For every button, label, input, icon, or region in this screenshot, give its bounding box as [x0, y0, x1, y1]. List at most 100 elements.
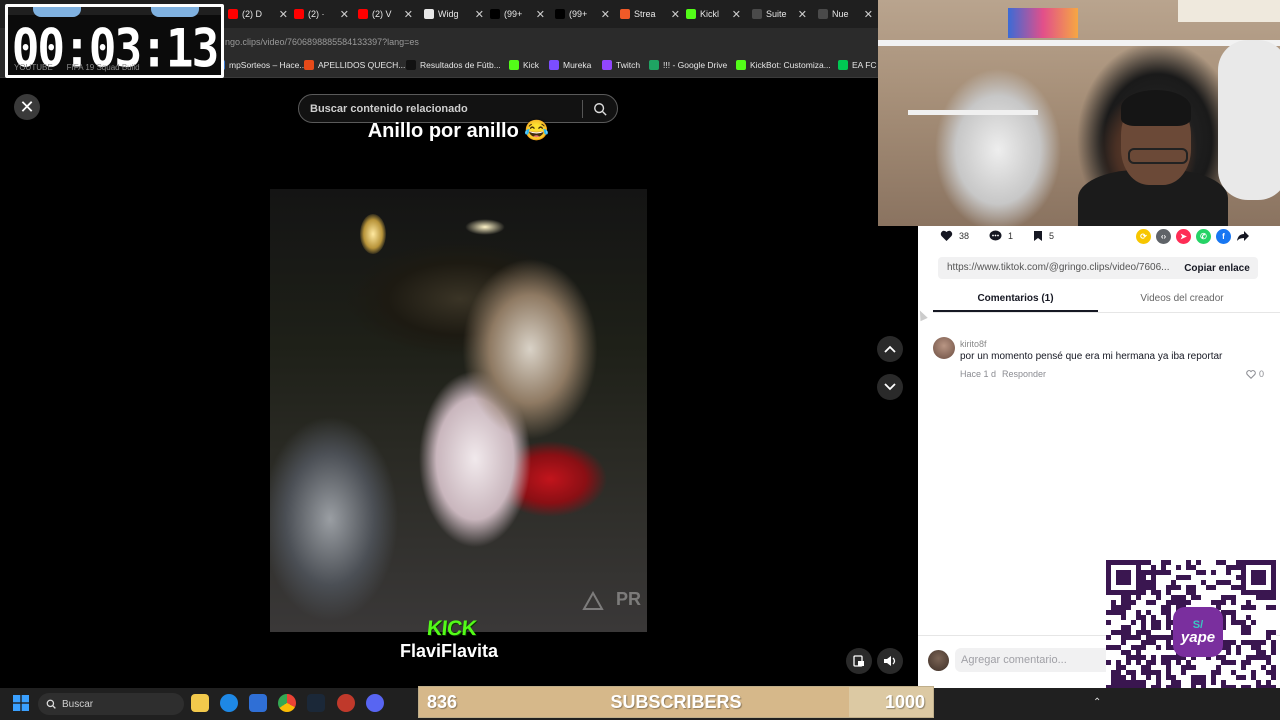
tab-close-icon[interactable]: ✕: [401, 8, 413, 21]
bookmark-item[interactable]: Kick: [509, 60, 539, 70]
tab-label: Strea: [634, 9, 656, 19]
tab-favicon-icon: [620, 9, 630, 19]
heart-outline-icon[interactable]: [1246, 369, 1256, 379]
comment-like-count: 0: [1259, 369, 1265, 379]
tab-label: Nue: [832, 9, 849, 19]
repost-icon[interactable]: ⟳: [1136, 228, 1151, 244]
search-icon[interactable]: [593, 102, 607, 116]
close-button[interactable]: ✕: [14, 94, 40, 120]
browser-tab[interactable]: (99+ ✕: [490, 4, 545, 24]
avatar[interactable]: [933, 337, 955, 359]
file-explorer-icon[interactable]: [191, 694, 209, 712]
tab-close-icon[interactable]: ✕: [598, 8, 610, 21]
embed-icon[interactable]: ‹›: [1156, 228, 1171, 244]
tab-close-icon[interactable]: ✕: [795, 8, 807, 21]
comment-input[interactable]: Agregar comentario...: [955, 648, 1115, 672]
close-icon: ✕: [19, 97, 35, 117]
browser-tab[interactable]: Widg ✕: [424, 4, 484, 24]
subscriber-label: SUBSCRIBERS: [610, 692, 742, 712]
browser-tab[interactable]: (99+ ✕: [555, 4, 610, 24]
tab-favicon-icon: [228, 9, 238, 19]
facebook-icon[interactable]: f: [1216, 228, 1231, 244]
tab-close-icon[interactable]: ✕: [668, 8, 680, 21]
subscriber-goal-bar: 836 SUBSCRIBERS 1000: [418, 686, 934, 718]
browser-tab[interactable]: (2) · ✕: [294, 4, 349, 24]
share-arrow-icon[interactable]: [1236, 230, 1250, 242]
tab-close-icon[interactable]: ✕: [276, 8, 288, 21]
video-streetlight: [465, 219, 505, 235]
video-link[interactable]: https://www.tiktok.com/@gringo.clips/vid…: [947, 262, 1169, 273]
browser-tab[interactable]: Strea ✕: [620, 4, 680, 24]
timer-underlay-left: YOUTUBE: [14, 63, 53, 72]
bookmark-icon[interactable]: [1033, 230, 1043, 242]
browser-tab[interactable]: Kickl ✕: [686, 4, 741, 24]
bookmark-item[interactable]: Twitch: [602, 60, 640, 70]
tab-comments[interactable]: Comentarios (1): [933, 293, 1098, 304]
bookmark-favicon-icon: [838, 60, 848, 70]
tab-close-icon[interactable]: ✕: [729, 8, 741, 21]
tab-favicon-icon: [358, 9, 368, 19]
tab-close-icon[interactable]: ✕: [533, 8, 545, 21]
bookmark-favicon-icon: [509, 60, 519, 70]
heart-icon[interactable]: [940, 230, 953, 242]
bookmark-item[interactable]: EA FC 2: [838, 60, 884, 70]
chrome-icon[interactable]: [278, 694, 296, 712]
search-input[interactable]: Buscar contenido relacionado: [310, 103, 468, 115]
whatsapp-icon[interactable]: ✆: [1196, 228, 1211, 244]
windows-start-icon[interactable]: [13, 695, 29, 711]
tab-label: (2) V: [372, 9, 392, 19]
obs-icon[interactable]: [337, 694, 355, 712]
next-video-button[interactable]: [877, 374, 903, 400]
tab-divider: [933, 312, 1280, 313]
watermark-logo-icon: [582, 591, 604, 610]
bookmark-item[interactable]: KickBot: Customiza...: [736, 60, 831, 70]
tab-close-icon[interactable]: ✕: [861, 8, 873, 21]
pip-button[interactable]: [846, 648, 872, 674]
volume-button[interactable]: [877, 648, 903, 674]
save-action[interactable]: 5: [1033, 230, 1054, 242]
send-icon[interactable]: ➤: [1176, 228, 1191, 244]
tab-close-icon[interactable]: ✕: [337, 8, 349, 21]
discord-icon[interactable]: [366, 694, 384, 712]
comment-username[interactable]: kirito8f: [960, 339, 987, 349]
address-url[interactable]: ngo.clips/video/7606898885584133397?lang…: [225, 37, 419, 47]
browser-tab[interactable]: Suite ✕: [752, 4, 807, 24]
video-frame[interactable]: PR: [270, 189, 647, 632]
store-icon[interactable]: [249, 694, 267, 712]
bookmark-item[interactable]: !!! - Google Drive: [649, 60, 727, 70]
tab-label: (2) ·: [308, 9, 325, 19]
tab-close-icon[interactable]: ✕: [472, 8, 484, 21]
browser-tab[interactable]: (2) D ✕: [228, 4, 288, 24]
timer-underlay: YOUTUBE FIFA 19 Squad Build: [14, 63, 214, 72]
steam-icon[interactable]: [307, 694, 325, 712]
bookmark-label: !!! - Google Drive: [663, 60, 728, 70]
tab-favicon-icon: [686, 9, 696, 19]
comment-action[interactable]: 1: [989, 230, 1013, 242]
kick-logo: KICK: [425, 617, 478, 640]
bookmark-item[interactable]: Mureka: [549, 60, 591, 70]
comment-like-button[interactable]: 0: [1246, 369, 1264, 379]
prev-video-button[interactable]: [877, 336, 903, 362]
like-action[interactable]: 38: [940, 230, 969, 242]
webcam-shelf: [908, 110, 1038, 115]
comment-text: por un momento pensé que era mi hermana …: [960, 351, 1223, 362]
comment-icon[interactable]: [989, 230, 1002, 242]
bookmark-item[interactable]: mpSorteos – Hace...: [215, 60, 306, 70]
bookmark-label: Mureka: [563, 60, 592, 70]
bookmark-favicon-icon: [736, 60, 746, 70]
video-watermark: PR: [616, 589, 642, 609]
tab-label: Kickl: [700, 9, 720, 19]
copy-link-button[interactable]: Copiar enlace: [1176, 257, 1258, 279]
browser-tab[interactable]: (2) V ✕: [358, 4, 413, 24]
search-icon: [46, 699, 56, 709]
reply-button[interactable]: Responder: [1002, 369, 1046, 379]
tab-creator-videos[interactable]: Videos del creador: [1100, 293, 1264, 304]
taskbar-search-label[interactable]: Buscar: [62, 699, 93, 710]
bookmark-item[interactable]: Resultados de Fútb...: [406, 60, 501, 70]
edge-icon[interactable]: [220, 694, 238, 712]
video-caption: Anillo por anillo 😂: [367, 120, 550, 142]
browser-tab[interactable]: Nue ✕: [818, 4, 873, 24]
taskbar-search[interactable]: Buscar: [38, 693, 184, 715]
bookmark-item[interactable]: APELLIDOS QUECH...: [304, 60, 405, 70]
tray-chevron-icon[interactable]: ⌃: [1093, 697, 1101, 708]
